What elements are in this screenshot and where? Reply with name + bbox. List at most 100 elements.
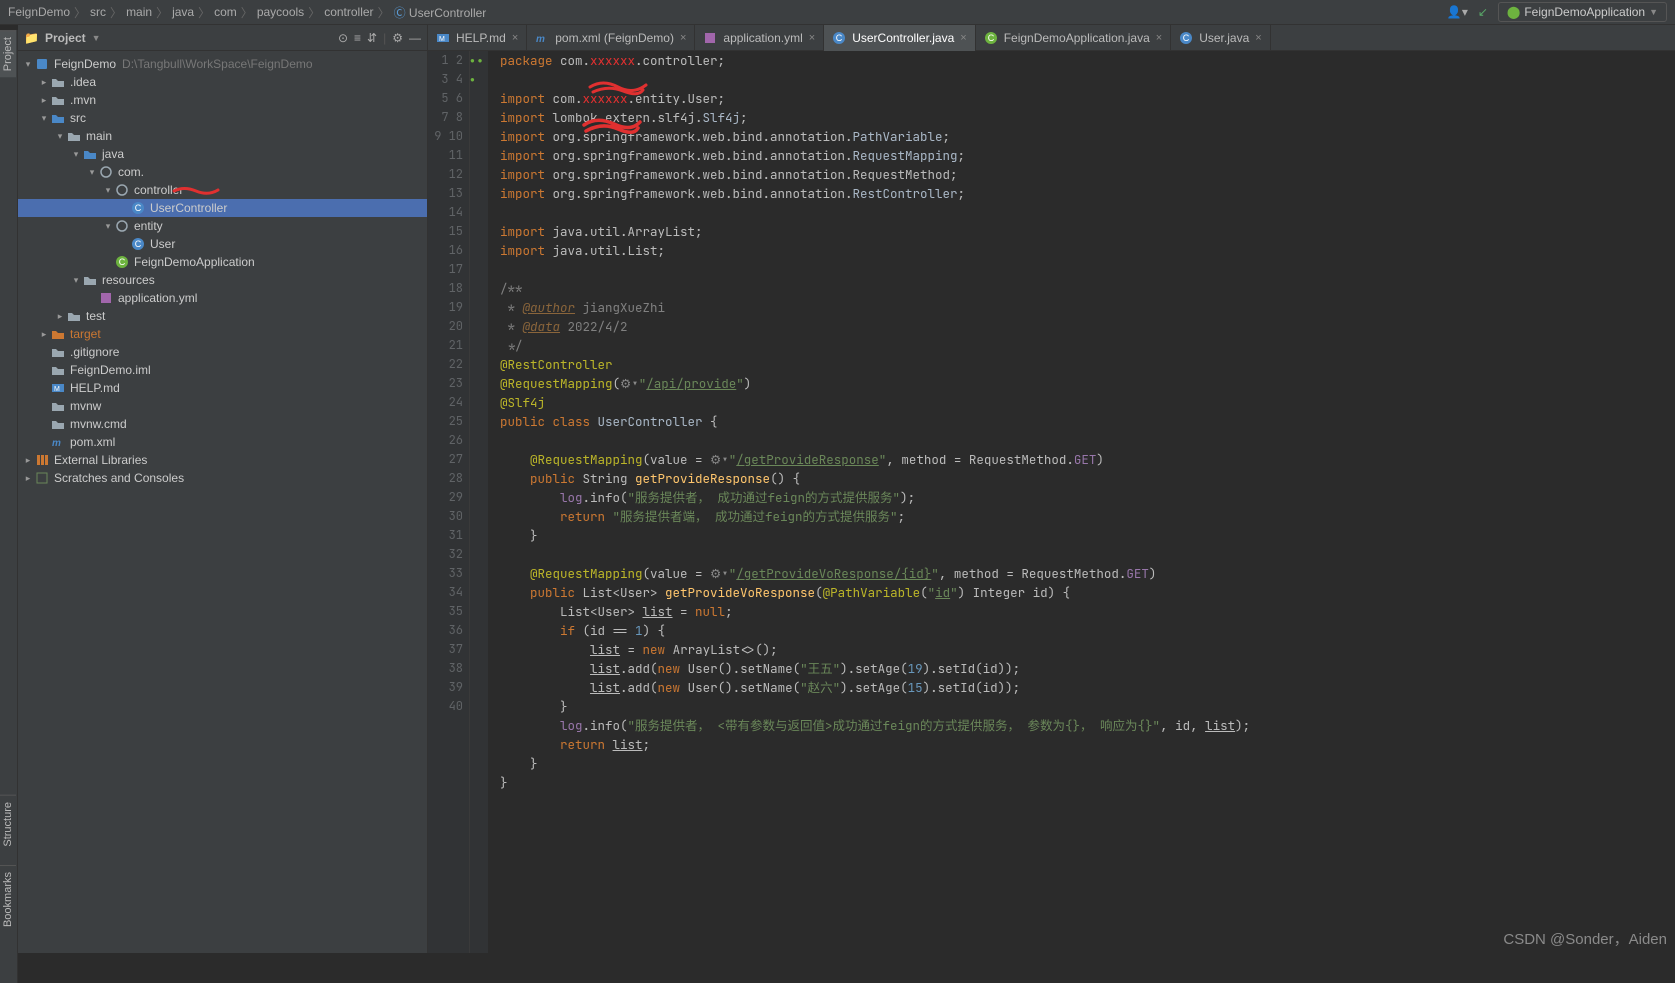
breadcrumb-segment[interactable]: src xyxy=(90,5,106,19)
project-tool-header: 📁 Project ▼ ⊙ ≡ ⇵ | ⚙ — xyxy=(18,25,427,51)
folder-blue-icon xyxy=(50,110,66,126)
tree-item[interactable]: MHELP.md xyxy=(18,379,427,397)
tree-item[interactable]: ▸target xyxy=(18,325,427,343)
spring-icon: ⬤ xyxy=(1507,5,1520,19)
expand-all-icon[interactable]: ≡ xyxy=(354,31,361,45)
tree-item[interactable]: ▾entity xyxy=(18,217,427,235)
close-icon[interactable]: × xyxy=(1156,32,1162,44)
tree-item[interactable]: FeignDemo.iml xyxy=(18,361,427,379)
svg-text:C: C xyxy=(135,239,142,249)
folder-icon xyxy=(66,308,82,324)
svg-text:M: M xyxy=(54,386,60,393)
close-icon[interactable]: × xyxy=(680,32,686,44)
md-icon: M xyxy=(50,380,66,396)
chevron-down-icon: ▼ xyxy=(1649,7,1658,17)
project-icon: 📁 xyxy=(24,31,39,45)
breadcrumb-segment[interactable]: main xyxy=(126,5,152,19)
breadcrumb-segment[interactable]: controller xyxy=(324,5,373,19)
tree-item[interactable]: application.yml xyxy=(18,289,427,307)
breadcrumb-segment[interactable]: FeignDemo xyxy=(8,5,70,19)
code-area[interactable]: package com.xxxxxx.controller; import co… xyxy=(488,51,1675,953)
tree-item[interactable]: mpom.xml xyxy=(18,433,427,451)
editor-tab[interactable]: MHELP.md× xyxy=(428,25,527,51)
editor-area: MHELP.md×mpom.xml (FeignDemo)×applicatio… xyxy=(428,25,1675,953)
class-icon: C xyxy=(130,236,146,252)
module-icon xyxy=(34,56,50,72)
class-sb-icon: C xyxy=(114,254,130,270)
folder-res-icon xyxy=(82,272,98,288)
scratch-icon xyxy=(34,470,50,486)
tree-item[interactable]: ▾src xyxy=(18,109,427,127)
chevron-down-icon[interactable]: ▼ xyxy=(92,33,101,43)
tree-item[interactable]: ▾FeignDemoD:\Tangbull\WorkSpace\FeignDem… xyxy=(18,55,427,73)
folder-orange-icon xyxy=(50,326,66,342)
editor[interactable]: 1 2 3 4 5 6 7 8 9 10 11 12 13 14 15 16 1… xyxy=(428,51,1675,953)
class-icon: C xyxy=(1179,31,1193,45)
editor-tab[interactable]: CUser.java× xyxy=(1171,25,1270,51)
tree-item[interactable]: .gitignore xyxy=(18,343,427,361)
svg-text:m: m xyxy=(52,438,61,449)
tree-item[interactable]: ▾java xyxy=(18,145,427,163)
side-tab-bookmarks[interactable]: Bookmarks xyxy=(0,865,16,933)
user-icon[interactable]: 👤▾ xyxy=(1447,5,1468,19)
svg-text:C: C xyxy=(119,257,126,267)
lib-icon xyxy=(34,452,50,468)
tree-item[interactable]: CUser xyxy=(18,235,427,253)
breadcrumb[interactable]: FeignDemo〉src〉main〉java〉com〉paycools〉con… xyxy=(8,4,486,21)
editor-tab[interactable]: mpom.xml (FeignDemo)× xyxy=(527,25,695,51)
package-icon xyxy=(98,164,114,180)
tree-item[interactable]: CUserController xyxy=(18,199,427,217)
side-tab-project[interactable]: Project xyxy=(0,30,16,77)
md-icon: M xyxy=(436,31,450,45)
folder-blue-icon xyxy=(82,146,98,162)
editor-tabs[interactable]: MHELP.md×mpom.xml (FeignDemo)×applicatio… xyxy=(428,25,1675,51)
hide-icon[interactable]: — xyxy=(409,31,421,45)
build-icon[interactable]: ↙ xyxy=(1478,5,1488,19)
folder-icon xyxy=(50,74,66,90)
run-configuration[interactable]: ⬤ FeignDemoApplication ▼ xyxy=(1498,2,1667,22)
watermark: CSDN @Sonder，Aiden xyxy=(1503,928,1667,949)
close-icon[interactable]: × xyxy=(1255,32,1261,44)
editor-tab[interactable]: CUserController.java× xyxy=(824,25,975,51)
file-icon xyxy=(50,398,66,414)
file-icon xyxy=(50,416,66,432)
file-icon xyxy=(50,362,66,378)
collapse-all-icon[interactable]: ⇵ xyxy=(367,31,377,45)
tree-item[interactable]: ▸External Libraries xyxy=(18,451,427,469)
tree-item[interactable]: mvnw xyxy=(18,397,427,415)
project-tool-window: 📁 Project ▼ ⊙ ≡ ⇵ | ⚙ — ▾FeignDemoD:\Tan… xyxy=(18,25,428,953)
svg-text:C: C xyxy=(987,33,994,43)
class-icon: C xyxy=(832,31,846,45)
yml-icon xyxy=(703,31,717,45)
close-icon[interactable]: × xyxy=(960,32,966,44)
settings-icon[interactable]: ⚙ xyxy=(392,31,403,45)
divider-icon: | xyxy=(383,31,386,45)
close-icon[interactable]: × xyxy=(809,32,815,44)
tree-item[interactable]: mvnw.cmd xyxy=(18,415,427,433)
close-icon[interactable]: × xyxy=(512,32,518,44)
breadcrumb-segment[interactable]: java xyxy=(172,5,194,19)
breadcrumb-segment[interactable]: Ⓒ UserController xyxy=(394,4,487,21)
tree-item[interactable]: ▾resources xyxy=(18,271,427,289)
tree-item[interactable]: ▸test xyxy=(18,307,427,325)
tree-item[interactable]: ▾com. xyxy=(18,163,427,181)
package-icon xyxy=(114,218,130,234)
breadcrumb-segment[interactable]: com xyxy=(214,5,237,19)
editor-tab[interactable]: CFeignDemoApplication.java× xyxy=(976,25,1172,51)
tree-item[interactable]: ▸.idea xyxy=(18,73,427,91)
editor-tab[interactable]: application.yml× xyxy=(695,25,824,51)
tree-item[interactable]: ▸.mvn xyxy=(18,91,427,109)
folder-icon xyxy=(50,92,66,108)
project-tree[interactable]: ▾FeignDemoD:\Tangbull\WorkSpace\FeignDem… xyxy=(18,51,427,953)
top-bar: FeignDemo〉src〉main〉java〉com〉paycools〉con… xyxy=(0,0,1675,25)
tree-item[interactable]: CFeignDemoApplication xyxy=(18,253,427,271)
breadcrumb-segment[interactable]: paycools xyxy=(257,5,304,19)
locate-icon[interactable]: ⊙ xyxy=(338,31,348,45)
side-tab-structure[interactable]: Structure xyxy=(0,795,16,853)
run-config-label: FeignDemoApplication xyxy=(1524,5,1645,19)
top-right-toolbar: 👤▾ ↙ ⬤ FeignDemoApplication ▼ xyxy=(1447,2,1667,22)
tree-item[interactable]: ▸Scratches and Consoles xyxy=(18,469,427,487)
class-sb-icon: C xyxy=(984,31,998,45)
tree-item[interactable]: ▾main xyxy=(18,127,427,145)
tree-item[interactable]: ▾controller xyxy=(18,181,427,199)
